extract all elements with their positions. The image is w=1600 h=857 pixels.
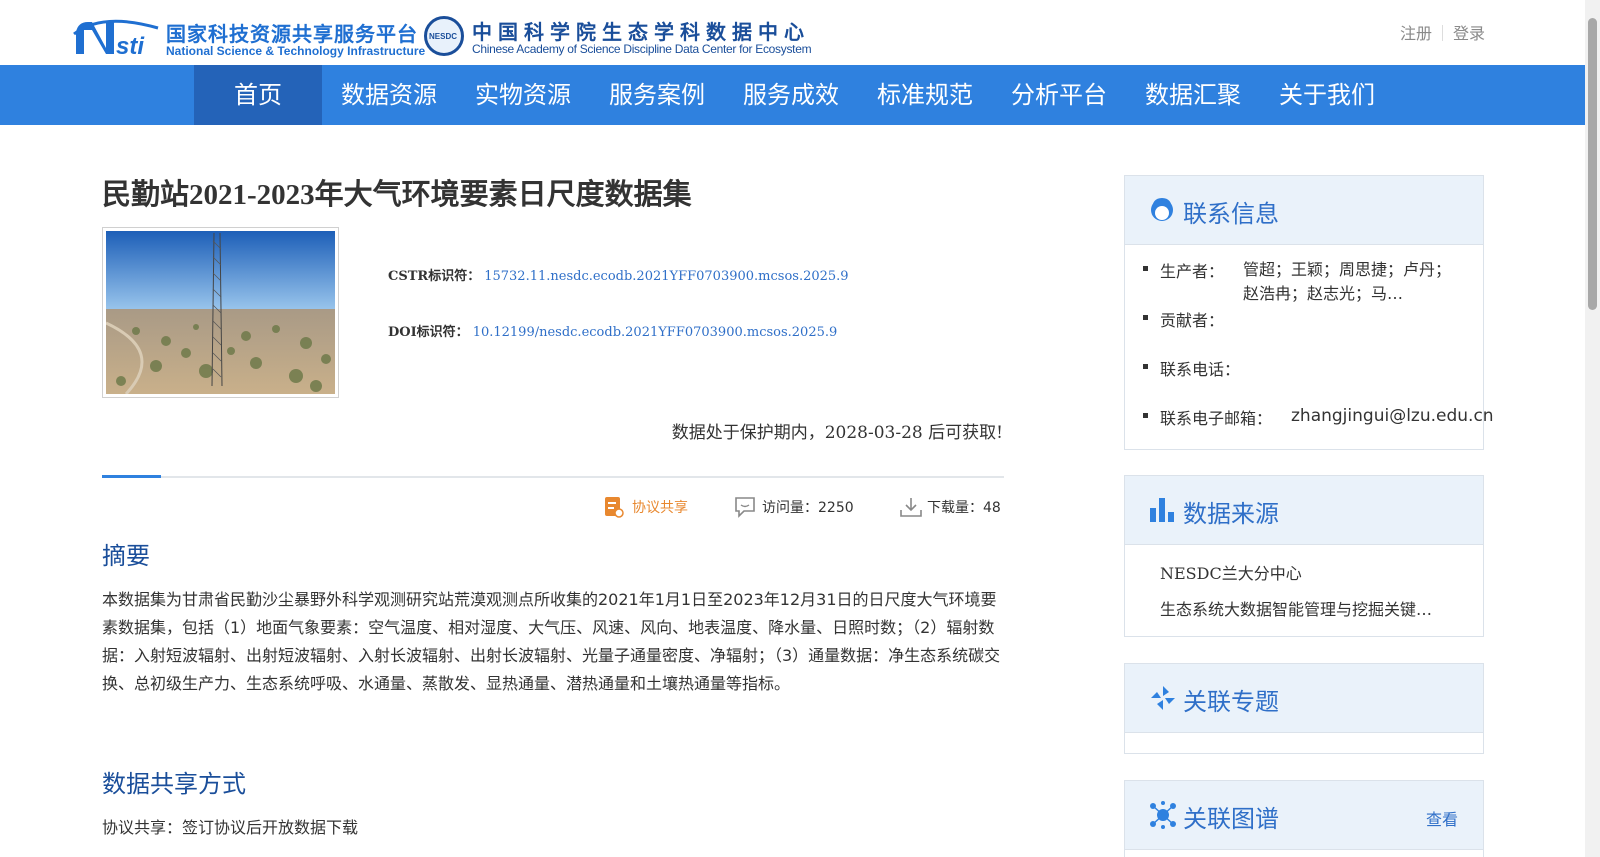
bullet bbox=[1143, 266, 1148, 271]
doi-label: DOI标识符： bbox=[388, 325, 469, 340]
contact-card-title: 联系信息 bbox=[1183, 200, 1279, 228]
page-scrollbar[interactable] bbox=[1585, 0, 1600, 857]
nav-item-data-resources[interactable]: 数据资源 bbox=[322, 65, 456, 125]
cstr-link[interactable]: 15732.11.nesdc.ecodb.2021YFF0703900.mcso… bbox=[484, 269, 848, 284]
producer-value: 管超；王颖；周思捷；卢丹；赵浩冉；赵志光；马… bbox=[1243, 260, 1452, 303]
abstract-text: 本数据集为甘肃省民勤沙尘暴野外科学观测研究站荒漠观测点所收集的2021年1月1日… bbox=[102, 590, 1001, 693]
related-graph-card-title: 关联图谱 bbox=[1183, 805, 1279, 833]
protection-notice: 数据处于保护期内，2028-03-28 后可获取! bbox=[671, 423, 1003, 443]
bar-chart-icon bbox=[1150, 498, 1174, 522]
svg-text:sti: sti bbox=[116, 33, 145, 58]
dataset-title: 民勤站2021-2023年大气环境要素日尺度数据集 bbox=[102, 179, 692, 211]
register-link[interactable]: 注册 bbox=[1400, 24, 1432, 43]
phone-label: 联系电话： bbox=[1160, 360, 1241, 379]
nav-item-analysis-platform[interactable]: 分析平台 bbox=[992, 65, 1126, 125]
cstr-label: CSTR标识符： bbox=[388, 269, 481, 284]
related-topic-card-header: 关联专题 bbox=[1125, 664, 1483, 733]
cstr-identifier: CSTR标识符： 15732.11.nesdc.ecodb.2021YFF0703… bbox=[388, 265, 849, 284]
doi-identifier: DOI标识符： 10.12199/nesdc.ecodb.2021YFF07039… bbox=[388, 321, 837, 340]
comment-icon bbox=[735, 497, 755, 518]
nav-item-about-us[interactable]: 关于我们 bbox=[1260, 65, 1394, 125]
share-mode-label: 协议共享 bbox=[632, 500, 688, 516]
bullet bbox=[1143, 315, 1148, 320]
active-tab-indicator[interactable] bbox=[102, 475, 161, 478]
dataset-thumbnail bbox=[102, 227, 339, 398]
dataset-stats: 协议共享 访问量：2250 下载量：48 bbox=[102, 495, 1004, 521]
doi-link[interactable]: 10.12199/nesdc.ecodb.2021YFF0703900.mcso… bbox=[473, 325, 838, 340]
visit-count-label: 访问量：2250 bbox=[762, 500, 854, 516]
data-source-card-title: 数据来源 bbox=[1183, 500, 1279, 528]
nesdc-badge-text: NESDC bbox=[429, 32, 458, 41]
document-share-icon bbox=[605, 497, 624, 518]
nstl-logo-en: National Science & Technology Infrastruc… bbox=[166, 44, 426, 58]
tab-divider bbox=[102, 475, 1004, 478]
data-source-card-header: 数据来源 bbox=[1125, 476, 1483, 545]
data-source-list: NESDC兰大分中心 生态系统大数据智能管理与挖掘关键… bbox=[1160, 556, 1460, 628]
login-link[interactable]: 登录 bbox=[1453, 24, 1485, 43]
download-icon bbox=[900, 498, 922, 517]
share-mode-heading: 数据共享方式 bbox=[102, 770, 246, 798]
download-count: 下载量：48 bbox=[899, 495, 1009, 521]
contact-card: 联系信息 生产者： 管超；王颖；周思捷；卢丹；赵浩冉；赵志光；马… 贡献者： 联… bbox=[1124, 175, 1494, 450]
main-nav: 首页 数据资源 实物资源 服务案例 服务成效 标准规范 分析平台 数据汇聚 关于… bbox=[0, 65, 1585, 125]
data-source-item[interactable]: NESDC兰大分中心 bbox=[1160, 556, 1460, 592]
nav-item-home[interactable]: 首页 bbox=[194, 65, 322, 125]
nstl-logo-cn: 国家科技资源共享服务平台 bbox=[166, 22, 418, 46]
scrollbar-thumb[interactable] bbox=[1588, 18, 1597, 310]
tower-desert-photo bbox=[106, 231, 335, 394]
share-mode-badge[interactable]: 协议共享 bbox=[604, 495, 704, 521]
site-header: sti 国家科技资源共享服务平台 National Science & Tech… bbox=[0, 0, 1585, 64]
network-graph-icon bbox=[1150, 801, 1176, 829]
bullet bbox=[1143, 413, 1148, 418]
nav-item-standards[interactable]: 标准规范 bbox=[858, 65, 992, 125]
view-graph-link[interactable]: 查看 bbox=[1426, 806, 1458, 830]
nesdc-logo-en: Chinese Academy of Science Discipline Da… bbox=[472, 42, 812, 56]
nesdc-logo-cn: 中国科学院生态学科数据中心 bbox=[472, 20, 810, 44]
related-graph-card-header: 关联图谱 查看 bbox=[1125, 781, 1483, 850]
email-label: 联系电子邮箱： bbox=[1160, 409, 1273, 428]
nav-item-service-cases[interactable]: 服务案例 bbox=[590, 65, 724, 125]
auth-divider bbox=[1441, 25, 1443, 41]
producer-label: 生产者： bbox=[1160, 262, 1225, 281]
user-headset-icon bbox=[1151, 197, 1173, 221]
abstract-heading: 摘要 bbox=[102, 542, 150, 570]
nav-item-service-results[interactable]: 服务成效 bbox=[724, 65, 858, 125]
topic-pinwheel-icon bbox=[1151, 686, 1175, 710]
email-value[interactable]: zhangjingui@lzu.edu.cn bbox=[1291, 406, 1494, 426]
nesdc-badge-icon: NESDC bbox=[424, 16, 464, 56]
contact-card-header: 联系信息 bbox=[1125, 176, 1483, 245]
related-graph-card: 关联图谱 查看 bbox=[1124, 780, 1484, 857]
data-source-item[interactable]: 生态系统大数据智能管理与挖掘关键… bbox=[1160, 592, 1460, 628]
bullet bbox=[1143, 364, 1148, 369]
download-count-label: 下载量：48 bbox=[927, 500, 1001, 516]
visit-count: 访问量：2250 bbox=[734, 495, 874, 521]
nstl-logo-mark: sti bbox=[73, 19, 159, 58]
related-topic-card: 关联专题 bbox=[1124, 663, 1484, 754]
auth-links: 注册 登录 bbox=[1400, 20, 1485, 44]
data-source-card: 数据来源 NESDC兰大分中心 生态系统大数据智能管理与挖掘关键… bbox=[1124, 475, 1484, 637]
contributor-label: 贡献者： bbox=[1160, 311, 1225, 330]
nav-item-physical-resources[interactable]: 实物资源 bbox=[456, 65, 590, 125]
nav-item-data-aggregation[interactable]: 数据汇聚 bbox=[1126, 65, 1260, 125]
share-mode-text: 协议共享：签订协议后开放数据下载 bbox=[102, 818, 359, 837]
related-topic-card-title: 关联专题 bbox=[1183, 688, 1279, 716]
